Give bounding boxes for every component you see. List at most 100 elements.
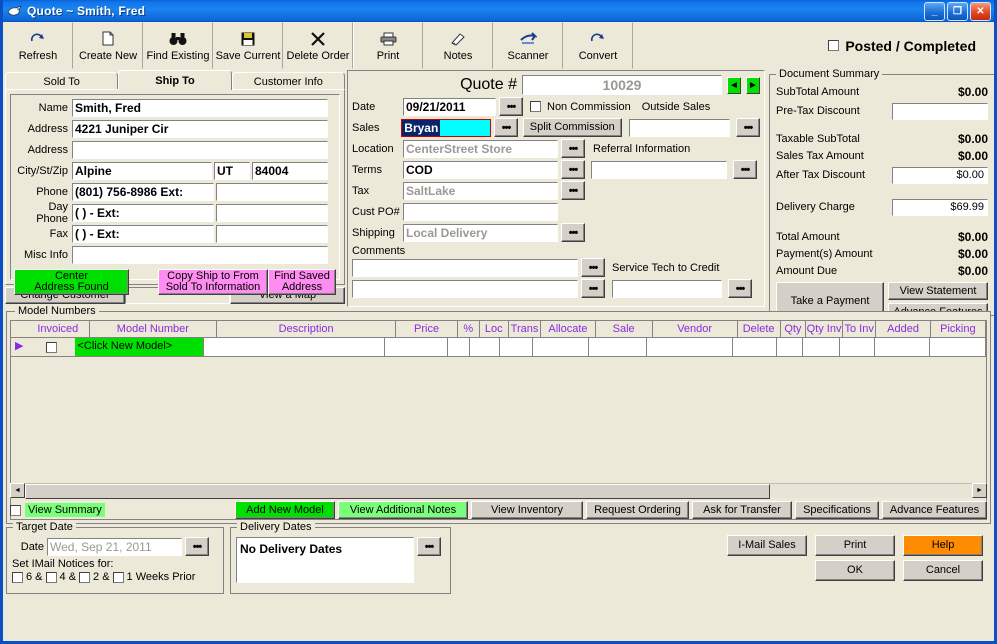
grid-header-percent[interactable]: % <box>458 321 480 337</box>
delivery-dates-picker-button[interactable]: ••• <box>417 537 441 556</box>
grid-header-price[interactable]: Price <box>396 321 458 337</box>
next-quote-button[interactable]: ► <box>746 76 760 94</box>
grid-header-added[interactable]: Added <box>876 321 931 337</box>
pre-tax-discount-input[interactable] <box>892 102 988 120</box>
misc-info-input[interactable] <box>72 246 328 264</box>
scroll-right-icon[interactable]: ► <box>972 483 987 498</box>
request-ordering-button[interactable]: Request Ordering <box>586 501 689 519</box>
scroll-left-icon[interactable]: ◄ <box>10 483 25 498</box>
tax-picker-button[interactable]: ••• <box>561 181 585 200</box>
row-qty-cell[interactable] <box>777 338 803 356</box>
add-new-model-button[interactable]: Add New Model <box>235 501 335 519</box>
shipping-picker-button[interactable]: ••• <box>561 223 585 242</box>
comment2-input[interactable] <box>352 279 578 298</box>
row-delete-cell[interactable] <box>733 338 777 356</box>
service-tech-input[interactable] <box>612 279 722 298</box>
address1-input[interactable]: 4221 Juniper Cir <box>72 120 328 138</box>
state-input[interactable]: UT <box>214 162 250 180</box>
grid-header-qty[interactable]: Qty <box>781 321 807 337</box>
zip-input[interactable]: 84004 <box>252 162 328 180</box>
scanner-button[interactable]: Scanner <box>493 22 563 69</box>
posted-completed-checkbox[interactable] <box>828 40 840 51</box>
print-button[interactable]: Print <box>353 22 423 69</box>
view-statement-button[interactable]: View Statement <box>888 282 988 300</box>
phone-ext-input[interactable] <box>216 183 328 201</box>
terms-input[interactable]: COD <box>403 160 558 179</box>
save-current-button[interactable]: Save Current <box>213 22 283 69</box>
close-button[interactable]: ✕ <box>970 1 991 21</box>
grid-header-qty-inv[interactable]: Qty Inv <box>806 321 843 337</box>
view-additional-notes-button[interactable]: View Additional Notes <box>338 501 468 519</box>
row-invoiced-checkbox[interactable] <box>45 341 57 353</box>
specifications-button[interactable]: Specifications <box>795 501 879 519</box>
address2-input[interactable] <box>72 141 328 159</box>
terms-picker-button[interactable]: ••• <box>561 160 585 179</box>
view-summary-checkbox[interactable] <box>10 504 21 516</box>
grid-header-delete[interactable]: Delete <box>738 321 781 337</box>
day-phone-input[interactable]: ( ) - Ext: <box>72 204 214 222</box>
notice-2-weeks-checkbox[interactable] <box>79 571 91 583</box>
date-input[interactable]: 09/21/2011 <box>403 97 496 116</box>
row-percent-cell[interactable] <box>448 338 471 356</box>
grid-horizontal-scrollbar[interactable]: ◄ ► <box>10 483 987 499</box>
tab-customer-info[interactable]: Customer Info <box>231 72 345 90</box>
row-price-cell[interactable] <box>385 338 448 356</box>
sales-picker-button[interactable]: ••• <box>494 118 519 137</box>
delivery-dates-list[interactable]: No Delivery Dates <box>236 537 414 583</box>
row-qty-inv-cell[interactable] <box>803 338 841 356</box>
row-added-cell[interactable] <box>875 338 930 356</box>
convert-button[interactable]: Convert <box>563 22 633 69</box>
print-action-button[interactable]: Print <box>815 535 895 556</box>
non-commission-checkbox[interactable] <box>530 101 541 112</box>
grid-header-model-number[interactable]: Model Number <box>90 321 217 337</box>
ok-button[interactable]: OK <box>815 560 895 581</box>
comment1-picker-button[interactable]: ••• <box>581 258 605 277</box>
ask-for-transfer-button[interactable]: Ask for Transfer <box>692 501 792 519</box>
table-row[interactable]: ▶ <Click New Model> <box>11 338 986 357</box>
fax-input[interactable]: ( ) - Ext: <box>72 225 214 243</box>
grid-header-allocate[interactable]: Allocate <box>541 321 596 337</box>
scroll-thumb[interactable] <box>25 484 770 499</box>
date-picker-button[interactable]: ••• <box>499 97 523 116</box>
create-new-button[interactable]: Create New <box>73 22 143 69</box>
delete-order-button[interactable]: Delete Order <box>283 22 353 69</box>
advance-features-grid-button[interactable]: Advance Features <box>882 501 987 519</box>
target-date-picker-button[interactable]: ••• <box>185 537 209 556</box>
tab-sold-to[interactable]: Sold To <box>5 72 119 90</box>
city-input[interactable]: Alpine <box>72 162 212 180</box>
grid-header-trans[interactable]: Trans <box>509 321 542 337</box>
grid-header-to-inv[interactable]: To Inv <box>843 321 877 337</box>
tax-input[interactable]: SaltLake <box>403 181 558 200</box>
cust-po-input[interactable] <box>403 202 558 221</box>
cancel-button[interactable]: Cancel <box>903 560 983 581</box>
refresh-button[interactable]: Refresh <box>3 22 73 69</box>
location-picker-button[interactable]: ••• <box>561 139 585 158</box>
help-button[interactable]: Help <box>903 535 983 556</box>
find-saved-address-button[interactable]: Find Saved Address <box>268 269 336 295</box>
minimize-button[interactable]: _ <box>924 1 945 21</box>
sales-input[interactable]: Bryan <box>401 118 492 137</box>
fax-ext-input[interactable] <box>216 225 328 243</box>
row-invoiced-cell[interactable] <box>27 338 76 356</box>
notice-6-weeks-checkbox[interactable] <box>12 571 23 583</box>
copy-ship-to-button[interactable]: Copy Ship to From Sold To Information <box>158 269 268 295</box>
quote-number-value[interactable]: 10029 <box>522 75 722 95</box>
prev-quote-button[interactable]: ◄ <box>727 76 741 94</box>
tab-ship-to[interactable]: Ship To <box>118 70 232 90</box>
comment1-input[interactable] <box>352 258 578 277</box>
view-inventory-button[interactable]: View Inventory <box>471 501 583 519</box>
after-tax-discount-input[interactable]: $0.00 <box>892 166 988 184</box>
row-model-number-cell[interactable]: <Click New Model> <box>75 338 204 356</box>
row-trans-cell[interactable] <box>500 338 534 356</box>
day-phone-ext-input[interactable] <box>216 204 328 222</box>
maximize-button[interactable]: ❐ <box>947 1 968 21</box>
service-tech-picker-button[interactable]: ••• <box>728 279 752 298</box>
outside-sales-input[interactable] <box>628 118 730 137</box>
row-vendor-cell[interactable] <box>647 338 733 356</box>
find-existing-button[interactable]: Find Existing <box>143 22 213 69</box>
grid-header-loc[interactable]: Loc <box>480 321 509 337</box>
shipping-input[interactable]: Local Delivery <box>403 223 558 242</box>
name-input[interactable]: Smith, Fred <box>72 99 328 117</box>
outside-sales-picker-button[interactable]: ••• <box>736 118 760 137</box>
imail-sales-button[interactable]: I-Mail Sales <box>727 535 807 556</box>
